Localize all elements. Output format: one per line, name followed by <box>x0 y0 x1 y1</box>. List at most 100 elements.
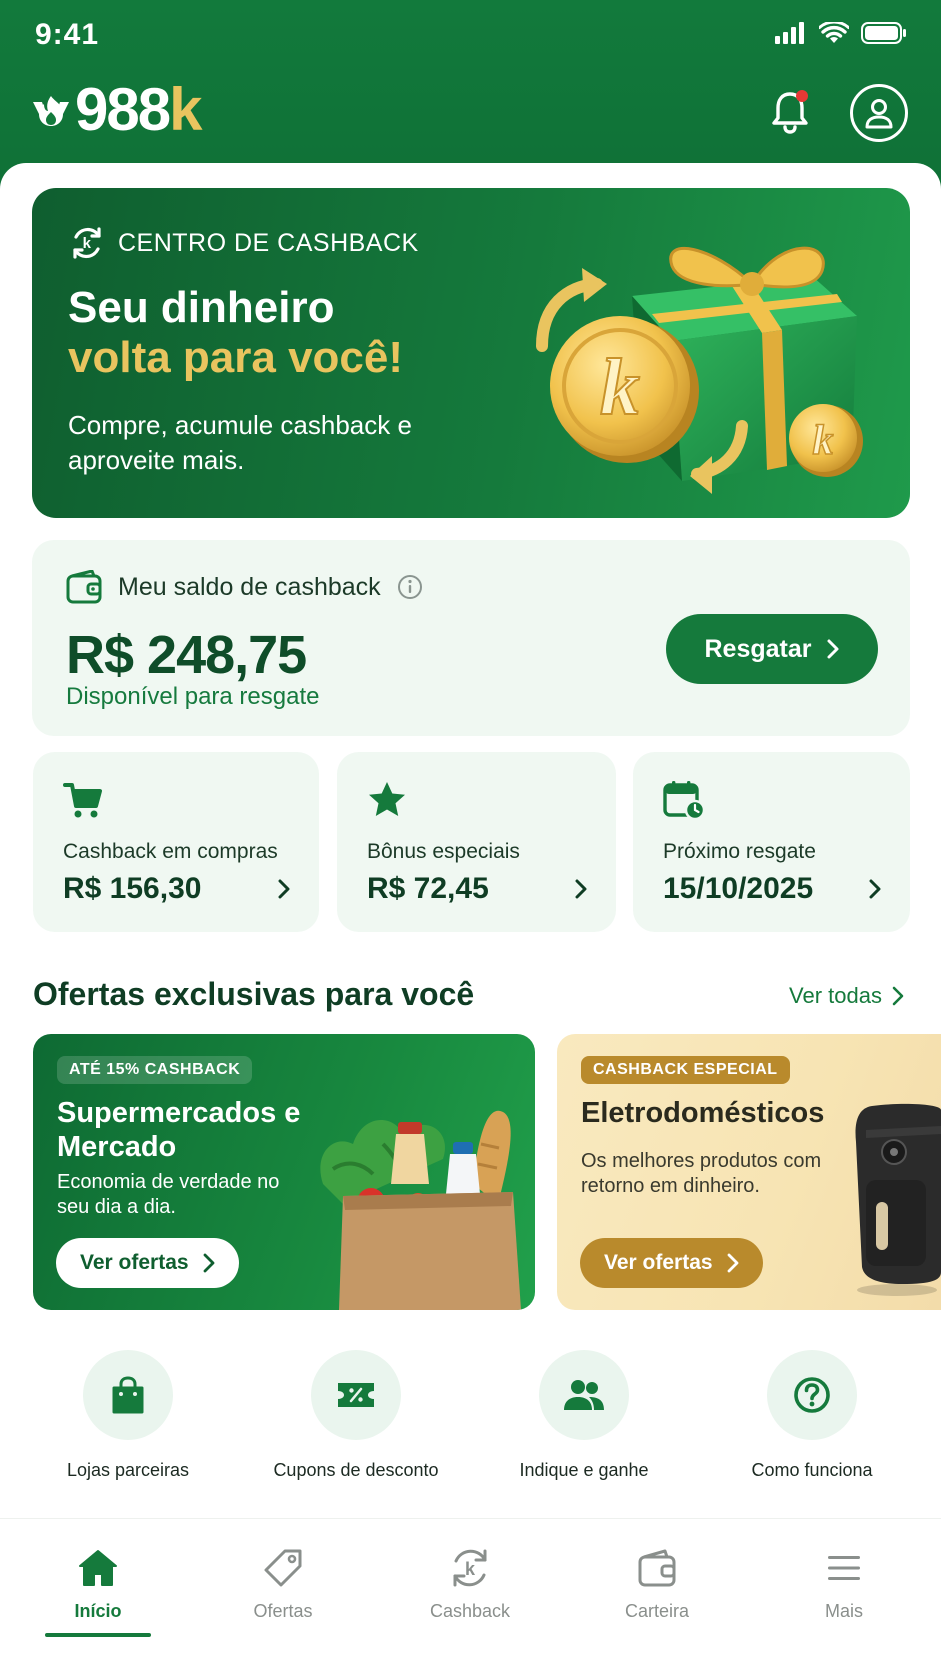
status-time: 9:41 <box>35 18 100 51</box>
signal-icon <box>775 22 804 44</box>
nav-label: Início <box>74 1601 122 1621</box>
nav-item-wallet[interactable]: Carteira <box>587 1543 727 1622</box>
hero-title: Seu dinheiro <box>68 283 335 332</box>
see-offers-button[interactable]: Ver ofertas <box>580 1238 763 1288</box>
see-offers-button[interactable]: Ver ofertas <box>56 1238 239 1288</box>
bottom-navigation: Início Ofertas k Cashback Carteira Mais <box>0 1518 941 1672</box>
see-all-offers-link[interactable]: Ver todas <box>789 983 904 1009</box>
info-icon[interactable] <box>397 574 423 600</box>
wallet-icon <box>638 1549 676 1587</box>
svg-text:k: k <box>465 1559 476 1579</box>
gift-coins-illustration: k k <box>536 246 863 494</box>
stat-label: Próximo resgate <box>663 840 816 863</box>
wallet-icon <box>66 570 102 604</box>
hero-banner[interactable]: k CENTRO DE CASHBACK Seu dinheiro volta … <box>32 188 910 518</box>
offer-title: Supermercados e Mercado <box>57 1097 301 1163</box>
shopping-bag-icon <box>112 1376 144 1414</box>
shortcut-how-it-works[interactable]: Como funciona <box>712 1350 912 1481</box>
home-icon <box>79 1550 117 1586</box>
chevron-right-icon <box>892 986 904 1006</box>
nav-label: Cashback <box>429 1601 511 1621</box>
notification-dot <box>796 90 808 102</box>
shortcut-icon-circle <box>767 1350 857 1440</box>
nav-item-offers[interactable]: Ofertas <box>213 1543 353 1622</box>
shortcut-label: Lojas parceiras <box>66 1460 190 1480</box>
nav-icon-wrap <box>213 1543 353 1593</box>
balance-label: Meu saldo de cashback <box>118 572 381 601</box>
battery-icon <box>861 22 906 44</box>
svg-text:k: k <box>600 344 640 432</box>
stat-card-bonus[interactable]: Bônus especiais R$ 72,45 <box>337 752 616 932</box>
offer-badge: CASHBACK ESPECIAL <box>581 1056 790 1084</box>
offer-title: Eletrodomésticos <box>581 1097 825 1129</box>
stat-label: Bônus especiais <box>367 840 520 863</box>
nav-item-home[interactable]: Início <box>28 1543 168 1622</box>
brand-logo: 988k <box>33 76 203 143</box>
nav-icon-wrap <box>28 1543 168 1593</box>
shortcut-label: Cupons de desconto <box>273 1460 439 1480</box>
brand-name: 988k <box>75 76 203 143</box>
star-icon <box>369 782 405 816</box>
shortcut-label: Como funciona <box>751 1460 873 1480</box>
chevron-right-icon <box>727 1253 738 1273</box>
hero-subtitle: Compre, acumule cashback e aproveite mai… <box>68 410 412 475</box>
see-all-label: Ver todas <box>789 983 882 1008</box>
stat-card-next-redeem[interactable]: Próximo resgate 15/10/2025 <box>633 752 910 932</box>
calendar-icon <box>663 781 705 820</box>
svg-text:k: k <box>83 235 92 252</box>
offers-section-title: Ofertas exclusivas para você <box>33 976 475 1012</box>
nav-label: Carteira <box>624 1601 690 1621</box>
offer-card-appliances[interactable]: CASHBACK ESPECIAL Eletrodomésticos Os me… <box>557 1034 941 1310</box>
profile-button[interactable] <box>850 84 908 142</box>
chevron-right-icon <box>827 639 838 659</box>
nav-label: Mais <box>824 1601 863 1621</box>
nav-icon-wrap <box>774 1543 914 1593</box>
balance-value: R$ 248,75 <box>66 625 307 685</box>
chevron-right-icon <box>203 1253 214 1273</box>
hero-tag-label: CENTRO DE CASHBACK <box>118 228 419 257</box>
offer-description: Os melhores produtos com retorno em dinh… <box>581 1150 822 1197</box>
redeem-button-label: Resgatar <box>704 634 812 663</box>
cart-icon <box>63 783 102 818</box>
cashback-cycle-icon: k <box>73 227 101 259</box>
offer-description: Economia de verdade no seu dia a dia. <box>57 1171 280 1218</box>
stat-value: 15/10/2025 <box>663 872 814 905</box>
svg-text:k: k <box>813 418 834 464</box>
nav-label: Ofertas <box>253 1601 313 1621</box>
air-fryer-illustration <box>855 1103 941 1296</box>
tag-icon <box>264 1549 302 1587</box>
cashback-icon: k <box>453 1549 487 1587</box>
nav-item-more[interactable]: Mais <box>774 1543 914 1622</box>
stat-value: R$ 72,45 <box>367 872 489 905</box>
grocery-bag-illustration <box>320 1110 521 1310</box>
offer-card-supermarkets[interactable]: ATÉ 15% CASHBACK Supermercados e Mercado… <box>33 1034 535 1310</box>
notifications-button[interactable] <box>766 88 814 136</box>
balance-subtitle: Disponível para resgate <box>66 683 320 710</box>
shortcut-refer-earn[interactable]: Indique e ganhe <box>484 1350 684 1481</box>
active-tab-indicator <box>45 1633 151 1637</box>
nav-icon-wrap <box>587 1543 727 1593</box>
shortcut-icon-circle <box>539 1350 629 1440</box>
shortcut-partner-stores[interactable]: Lojas parceiras <box>28 1350 228 1481</box>
people-icon <box>564 1380 604 1410</box>
coupon-icon <box>338 1383 374 1407</box>
nav-icon-wrap: k <box>400 1543 540 1593</box>
shortcut-label: Indique e ganhe <box>519 1460 649 1480</box>
wifi-icon <box>819 22 849 43</box>
redeem-button[interactable]: Resgatar <box>666 614 878 684</box>
shortcut-discount-coupons[interactable]: Cupons de desconto <box>256 1350 456 1481</box>
stat-card-purchases[interactable]: Cashback em compras R$ 156,30 <box>33 752 319 932</box>
cashback-balance-card: Meu saldo de cashback R$ 248,75 Disponív… <box>32 540 910 736</box>
shortcut-icon-circle <box>83 1350 173 1440</box>
see-offers-label: Ver ofertas <box>604 1251 713 1274</box>
status-icons <box>775 22 907 44</box>
status-bar: 9:41 <box>0 0 941 70</box>
nav-item-cashback[interactable]: k Cashback <box>400 1543 540 1622</box>
help-icon <box>794 1377 830 1413</box>
menu-icon <box>828 1556 860 1580</box>
profile-icon <box>865 99 893 129</box>
stat-value: R$ 156,30 <box>63 872 202 905</box>
flame-logo-icon <box>33 96 69 126</box>
balance-label-row: Meu saldo de cashback <box>66 570 423 604</box>
stat-label: Cashback em compras <box>63 840 278 863</box>
